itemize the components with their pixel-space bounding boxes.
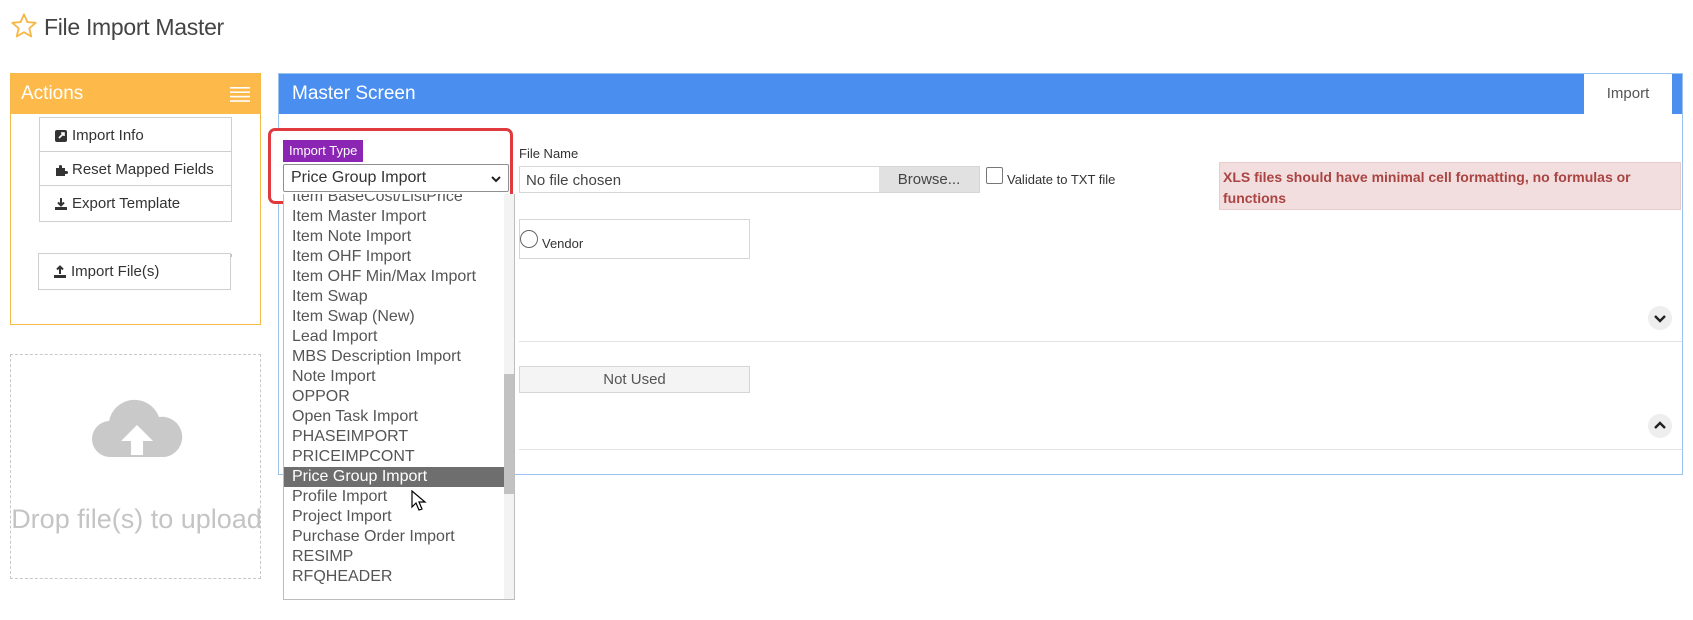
validate-checkbox[interactable] bbox=[986, 167, 1003, 184]
dropdown-option[interactable]: Purchase Order Import bbox=[284, 527, 504, 547]
dropdown-option[interactable]: Item Note Import bbox=[284, 227, 504, 247]
dropdown-option[interactable]: Item Master Import bbox=[284, 207, 504, 227]
import-files-label: Import File(s) bbox=[71, 263, 160, 280]
dropdown-option[interactable]: Project Import bbox=[284, 507, 504, 527]
chevron-down-icon[interactable] bbox=[1648, 306, 1672, 330]
dropdown-option[interactable]: MBS Description Import bbox=[284, 347, 504, 367]
file-chosen-text: No file chosen bbox=[526, 172, 622, 189]
master-title: Master Screen bbox=[292, 83, 416, 104]
browse-button[interactable]: Browse... bbox=[879, 167, 979, 192]
cloud-upload-icon bbox=[91, 399, 183, 458]
hamburger-icon[interactable] bbox=[230, 86, 250, 102]
section-divider bbox=[519, 449, 1682, 450]
dropdown-option[interactable]: Item Swap bbox=[284, 287, 504, 307]
dropdown-option[interactable]: OPPOR bbox=[284, 387, 504, 407]
dropdown-option[interactable]: Open Task Import bbox=[284, 407, 504, 427]
actions-header: Actions bbox=[11, 74, 260, 114]
download-icon bbox=[55, 197, 67, 210]
external-link-icon bbox=[55, 129, 67, 142]
dropdown-option[interactable]: PRICEIMPCONT bbox=[284, 447, 504, 467]
dropdown-option[interactable]: RFQHEADER bbox=[284, 567, 504, 587]
tab-import[interactable]: Import bbox=[1584, 74, 1672, 114]
dropdown-scrollbar[interactable] bbox=[504, 194, 514, 599]
import-info-button[interactable]: Import Info bbox=[39, 117, 232, 154]
puzzle-icon bbox=[56, 164, 68, 176]
vendor-radio[interactable] bbox=[520, 230, 538, 248]
section-divider bbox=[519, 341, 1682, 342]
star-icon[interactable] bbox=[10, 12, 38, 40]
page-title: File Import Master bbox=[44, 14, 224, 40]
dropdown-option[interactable]: Lead Import bbox=[284, 327, 504, 347]
warning-box: XLS files should have minimal cell forma… bbox=[1219, 162, 1681, 210]
dropdown-option[interactable]: Profile Import bbox=[284, 487, 504, 507]
file-name-label: File Name bbox=[519, 146, 579, 161]
dropdown-option[interactable]: Item OHF Import bbox=[284, 247, 504, 267]
not-used-field: Not Used bbox=[519, 366, 750, 393]
dropdown-option[interactable]: Item Swap (New) bbox=[284, 307, 504, 327]
validate-label: Validate to TXT file bbox=[1007, 172, 1116, 187]
warning-text: XLS files should have minimal cell forma… bbox=[1223, 169, 1631, 206]
dropdown-option[interactable]: Price Group Import bbox=[284, 467, 504, 487]
master-header: Master Screen Import bbox=[279, 74, 1682, 114]
export-template-button[interactable]: Export Template bbox=[39, 185, 232, 222]
vendor-option-box: Vendor bbox=[519, 219, 750, 259]
dropdown-option[interactable]: Item BaseCost/ListPrice bbox=[284, 194, 504, 207]
import-type-label: Import Type bbox=[283, 140, 364, 162]
reset-mapped-fields-button[interactable]: Reset Mapped Fields bbox=[39, 151, 232, 188]
export-template-label: Export Template bbox=[72, 195, 181, 212]
import-type-value: Price Group Import bbox=[291, 169, 427, 186]
chevron-down-icon bbox=[491, 176, 501, 183]
upload-icon bbox=[54, 264, 66, 278]
import-info-label: Import Info bbox=[72, 127, 144, 144]
dropdown-options: Item BaseCost/ListPrice Item Master Impor… bbox=[284, 194, 504, 587]
import-files-button-visible[interactable]: Import File(s) bbox=[38, 253, 231, 290]
chevron-up-icon[interactable] bbox=[1648, 414, 1672, 438]
dropdown-option[interactable]: Note Import bbox=[284, 367, 504, 387]
vendor-label: Vendor bbox=[542, 236, 584, 251]
import-type-dropdown[interactable]: Item BaseCost/ListPrice Item Master Impor… bbox=[283, 194, 515, 600]
mouse-cursor-icon bbox=[411, 490, 427, 511]
import-type-select[interactable]: Price Group Import bbox=[283, 164, 509, 192]
dropdown-option[interactable]: PHASEIMPORT bbox=[284, 427, 504, 447]
reset-mapped-fields-label: Reset Mapped Fields bbox=[72, 161, 214, 178]
file-input[interactable]: No file chosen Browse... bbox=[519, 166, 980, 193]
dropzone-text: Drop file(s) to upload bbox=[11, 504, 262, 534]
dropdown-option[interactable]: Item OHF Min/Max Import bbox=[284, 267, 504, 287]
dropdown-scrollbar-thumb[interactable] bbox=[504, 374, 514, 494]
file-dropzone[interactable]: Drop file(s) to upload bbox=[10, 354, 262, 579]
actions-title: Actions bbox=[21, 83, 84, 104]
dropdown-option[interactable]: RESIMP bbox=[284, 547, 504, 567]
